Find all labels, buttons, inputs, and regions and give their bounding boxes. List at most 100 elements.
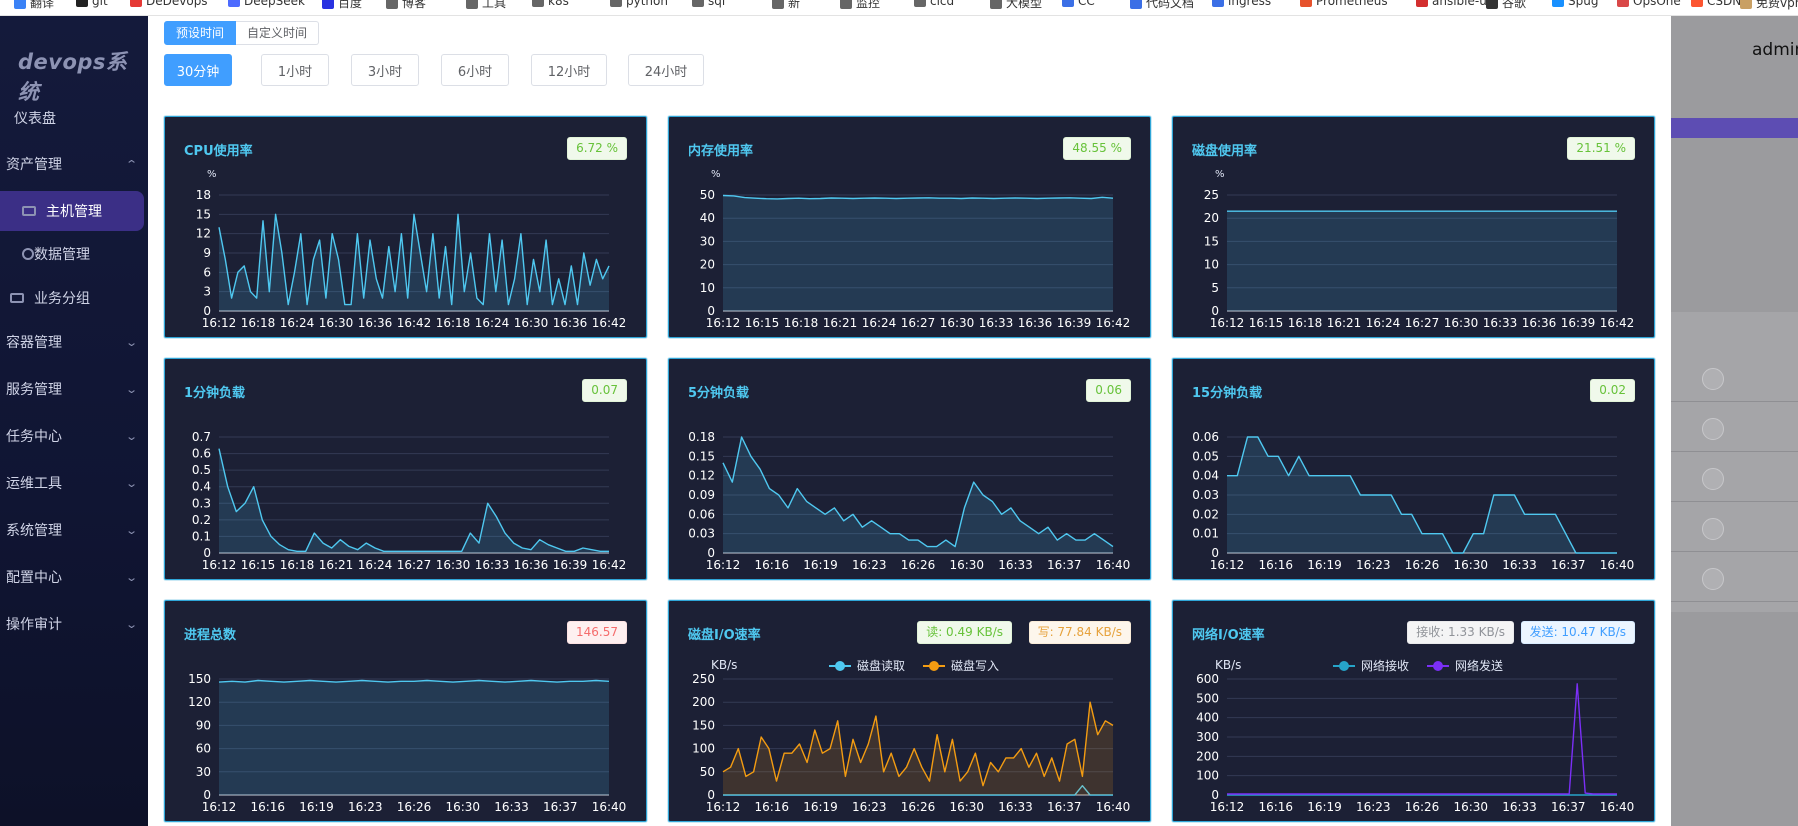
legend-item[interactable]: 网络发送 <box>1427 657 1503 674</box>
bookmark-item[interactable]: 博客 <box>386 0 426 11</box>
y-tick-label: 200 <box>692 695 715 709</box>
range-30m-button[interactable]: 30分钟 <box>164 54 232 86</box>
sidebar-item-audit[interactable]: 操作审计 ⌄ <box>0 606 148 642</box>
bookmark-item[interactable]: ingress <box>1212 0 1271 8</box>
series-line <box>218 679 610 683</box>
bookmark-item[interactable]: 监控 <box>840 0 880 11</box>
sidebar-item-config[interactable]: 配置中心 ⌄ <box>0 559 148 595</box>
delete-button[interactable] <box>1702 518 1724 540</box>
backdrop-header-band <box>1671 118 1798 138</box>
y-axis-unit: % <box>1215 169 1225 180</box>
bookmark-label: 免费vpn <box>1756 0 1798 10</box>
range-12h-button[interactable]: 12小时 <box>531 54 607 86</box>
table-row <box>1671 552 1798 602</box>
sidebar-item-system[interactable]: 系统管理 ⌄ <box>0 512 148 548</box>
sidebar: devops系统 仪表盘 资产管理 ⌃ 主机管理 数据管理 业务分组 容器管理 … <box>0 16 148 826</box>
x-tick-label: 16:19 <box>1307 558 1342 572</box>
bookmark-item[interactable]: cicd <box>914 0 954 8</box>
bookmark-item[interactable]: 免费vpn <box>1740 0 1798 11</box>
bookmark-item[interactable]: DeDevops <box>130 0 208 8</box>
bookmark-label: k8s <box>548 0 569 8</box>
bookmark-item[interactable]: OpsOne <box>1617 0 1681 8</box>
delete-button[interactable] <box>1702 468 1724 490</box>
series-line <box>218 448 609 552</box>
preset-time-tab[interactable]: 预设时间 <box>164 21 237 45</box>
bookmark-item[interactable]: git <box>76 0 108 8</box>
bookmark-item[interactable]: 大模型 <box>990 0 1042 11</box>
chart-plot: 00.010.020.030.040.050.0616:12 16:16 16:19… <box>1192 430 1634 572</box>
processes-chart-card: 进程总数 146.57 0 30 60 90 120 150 16:12 16:16 16:19 16… <box>164 600 647 822</box>
bookmark-item[interactable]: 谷歌 <box>1486 0 1526 11</box>
bookmark-item[interactable]: Prometheus <box>1300 0 1388 8</box>
x-tick-label: 16:39 <box>1561 316 1596 330</box>
bookmark-icon <box>772 0 784 9</box>
x-tick-label: 16:33 <box>475 558 510 572</box>
custom-time-tab[interactable]: 自定义时间 <box>236 21 320 45</box>
sidebar-item-hosts[interactable]: 主机管理 <box>0 191 144 231</box>
sidebar-item-ops-tools[interactable]: 运维工具 ⌄ <box>0 465 148 501</box>
legend-item[interactable]: 磁盘写入 <box>923 657 999 674</box>
sidebar-item-dashboard[interactable]: 仪表盘 <box>0 100 148 136</box>
bookmark-item[interactable]: Spug <box>1552 0 1598 8</box>
bookmark-item[interactable]: CSDN <box>1691 0 1741 8</box>
chevron-down-icon: ⌄ <box>124 523 138 537</box>
sidebar-item-assets[interactable]: 资产管理 ⌃ <box>0 146 148 182</box>
bookmark-item[interactable]: python <box>610 0 668 8</box>
y-tick-label: 400 <box>1196 711 1219 725</box>
bookmark-item[interactable]: ansible-ui <box>1416 0 1490 8</box>
y-tick-label: 40 <box>700 211 715 225</box>
bookmark-item[interactable]: sql <box>692 0 725 8</box>
sidebar-item-tasks[interactable]: 任务中心 ⌄ <box>0 418 148 454</box>
folder-icon <box>10 293 24 303</box>
bookmark-item[interactable]: 新 <box>772 0 800 11</box>
bookmark-label: ansible-ui <box>1432 0 1491 8</box>
table-row <box>1671 452 1798 502</box>
bookmark-item[interactable]: 翻译 <box>14 0 54 11</box>
range-1h-button[interactable]: 1小时 <box>261 54 329 86</box>
bookmark-label: ingress <box>1228 0 1272 8</box>
delete-button[interactable] <box>1702 418 1724 440</box>
sidebar-item-services[interactable]: 服务管理 ⌄ <box>0 371 148 407</box>
bookmarks-bar: 翻译 git DeDevops DeepSeek 百度 博客 工具 k8s python sql 新… <box>0 0 1798 16</box>
x-tick-label: 16:19 <box>803 558 838 572</box>
bookmark-item[interactable]: 百度 <box>322 0 362 11</box>
range-3h-button[interactable]: 3小时 <box>351 54 419 86</box>
sidebar-item-label: 系统管理 <box>6 523 62 539</box>
bookmark-icon <box>1416 0 1428 7</box>
range-6h-button[interactable]: 6小时 <box>441 54 509 86</box>
sidebar-item-containers[interactable]: 容器管理 ⌄ <box>0 324 148 360</box>
bookmark-label: DeDevops <box>146 0 208 8</box>
sidebar-item-label: 服务管理 <box>6 382 62 398</box>
x-tick-label: 16:24 <box>358 558 393 572</box>
x-tick-label: 16:26 <box>901 800 936 814</box>
bookmark-item[interactable]: CC <box>1062 0 1095 8</box>
bookmark-label: 代码文档 <box>1146 0 1195 10</box>
sidebar-item-data[interactable]: 数据管理 <box>0 234 144 274</box>
legend-item[interactable]: 网络接收 <box>1333 657 1409 674</box>
x-tick-label: 16:16 <box>1258 558 1293 572</box>
x-tick-label: 16:15 <box>745 316 780 330</box>
y-axis-unit: KB/s <box>711 658 737 672</box>
y-tick-label: 18 <box>196 188 211 202</box>
bookmark-item[interactable]: 工具 <box>466 0 506 11</box>
chart-plot: %0102030405016:12 16:15 16:18 16:21 16:24 16:… <box>700 169 1131 330</box>
x-tick-label: 16:12 <box>1210 316 1245 330</box>
range-24h-button[interactable]: 24小时 <box>628 54 704 86</box>
bookmark-item[interactable]: k8s <box>532 0 569 8</box>
user-name[interactable]: admin <box>1752 40 1798 60</box>
x-tick-label: 16:33 <box>1502 800 1537 814</box>
x-tick-label: 16:26 <box>901 558 936 572</box>
bookmark-item[interactable]: DeepSeek <box>228 0 305 8</box>
legend-item[interactable]: 磁盘读取 <box>829 657 905 674</box>
y-tick-label: 6 <box>203 265 211 279</box>
table-row <box>1671 352 1798 402</box>
x-tick-label: 16:42 <box>397 316 432 330</box>
delete-button[interactable] <box>1702 368 1724 390</box>
sidebar-item-groups[interactable]: 业务分组 <box>0 278 144 318</box>
x-tick-label: 16:42 <box>592 558 627 572</box>
y-tick-label: 120 <box>188 695 211 709</box>
delete-button[interactable] <box>1702 568 1724 590</box>
database-icon <box>22 248 34 260</box>
sidebar-item-label: 资产管理 <box>6 157 62 173</box>
bookmark-item[interactable]: 代码文档 <box>1130 0 1194 11</box>
